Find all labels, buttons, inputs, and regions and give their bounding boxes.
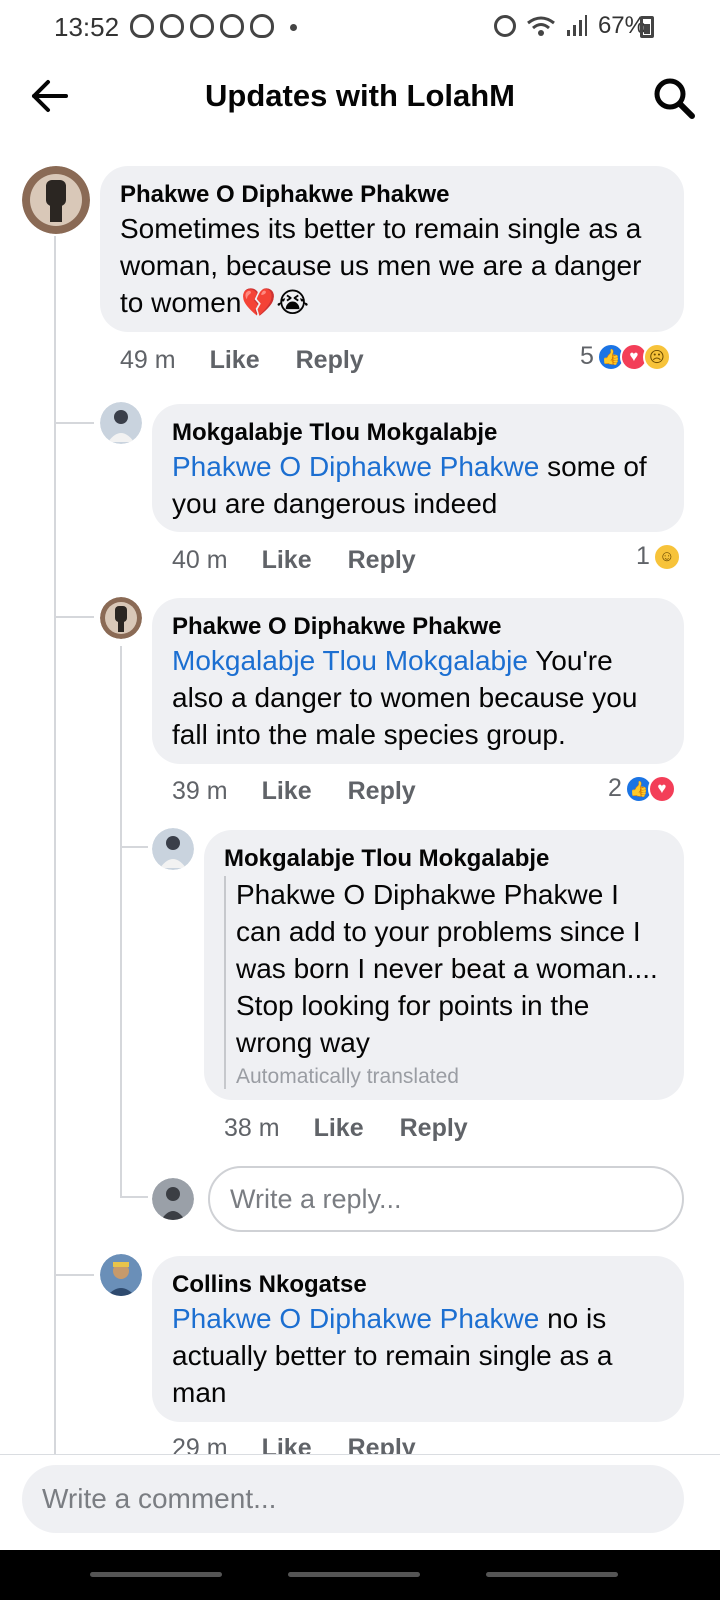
thread-connector xyxy=(122,846,148,848)
comment-input[interactable]: Write a comment... xyxy=(22,1465,684,1533)
system-nav-bar xyxy=(0,1550,720,1600)
battery-percent: 67% xyxy=(597,12,646,39)
comment-actions: 39 m Like Reply xyxy=(172,777,452,806)
reaction-count: 2 xyxy=(608,774,622,802)
comment-text: Phakwe O Diphakwe Phakwe some of you are… xyxy=(172,448,664,522)
battery-icon xyxy=(640,16,654,38)
thread-connector xyxy=(56,1274,94,1276)
comment-bubble: Collins Nkogatse Phakwe O Diphakwe Phakw… xyxy=(152,1256,684,1422)
comment-time: 49 m xyxy=(120,346,176,374)
comment-author[interactable]: Mokgalabje Tlou Mokgalabje xyxy=(224,844,664,874)
comment-time: 38 m xyxy=(224,1114,280,1142)
mention-link[interactable]: Phakwe O Diphakwe Phakwe xyxy=(172,451,539,482)
notification-icon xyxy=(250,14,274,38)
comment-actions: 38 m Like Reply xyxy=(224,1114,504,1143)
reply-button[interactable]: Reply xyxy=(296,346,364,375)
nav-handle[interactable] xyxy=(288,1572,420,1577)
comment-author[interactable]: Collins Nkogatse xyxy=(172,1270,664,1300)
comment-author[interactable]: Mokgalabje Tlou Mokgalabje xyxy=(172,418,664,448)
notification-icon xyxy=(190,14,214,38)
nav-handle[interactable] xyxy=(486,1572,618,1577)
sad-face-icon: ☹ xyxy=(642,342,671,371)
like-button[interactable]: Like xyxy=(210,346,260,375)
reaction-count: 1 xyxy=(636,542,650,570)
status-bar: 13:52 67% xyxy=(0,0,720,56)
laughing-face-icon: ☺ xyxy=(652,542,681,571)
heart-icon: ♥ xyxy=(647,774,676,803)
reaction-summary[interactable]: 1 ☺ xyxy=(636,542,681,571)
comment-time: 39 m xyxy=(172,777,228,805)
app-header: Updates with LolahM xyxy=(0,56,720,144)
comment-composer: Write a comment... xyxy=(0,1454,720,1550)
comment-bubble: Mokgalabje Tlou Mokgalabje Phakwe O Diph… xyxy=(204,830,684,1100)
mention-link[interactable]: Phakwe O Diphakwe Phakwe xyxy=(172,1303,539,1334)
comment-author[interactable]: Phakwe O Diphakwe Phakwe xyxy=(120,180,664,210)
status-time: 13:52 xyxy=(54,12,120,42)
notification-icon xyxy=(160,14,184,38)
wifi-icon xyxy=(527,16,555,36)
comment-text: Phakwe O Diphakwe Phakwe no is actually … xyxy=(172,1300,664,1411)
reaction-summary[interactable]: 2 👍 ♥ xyxy=(608,774,676,803)
signal-icon xyxy=(566,15,587,36)
comment-author[interactable]: Phakwe O Diphakwe Phakwe xyxy=(172,612,664,642)
reply-button[interactable]: Reply xyxy=(400,1114,468,1143)
comment-bubble: Mokgalabje Tlou Mokgalabje Phakwe O Diph… xyxy=(152,404,684,532)
translated-block: Phakwe O Diphakwe Phakwe I can add to yo… xyxy=(224,876,664,1089)
notification-icon xyxy=(130,14,154,38)
mention-link[interactable]: Mokgalabje Tlou Mokgalabje xyxy=(172,645,528,676)
reply-button[interactable]: Reply xyxy=(348,546,416,575)
like-button[interactable]: Like xyxy=(262,777,312,806)
comment-bubble: Phakwe O Diphakwe Phakwe Sometimes its b… xyxy=(100,166,684,332)
avatar[interactable] xyxy=(152,828,194,870)
reply-button[interactable]: Reply xyxy=(348,777,416,806)
comment-actions: 40 m Like Reply xyxy=(172,546,452,575)
thread-connector xyxy=(122,1196,148,1198)
thread-line-main xyxy=(54,236,56,1454)
avatar[interactable] xyxy=(100,402,142,444)
page-title: Updates with LolahM xyxy=(205,78,515,113)
comment-bubble: Phakwe O Diphakwe Phakwe Mokgalabje Tlou… xyxy=(152,598,684,764)
avatar[interactable] xyxy=(100,597,142,639)
like-button[interactable]: Like xyxy=(314,1114,364,1143)
status-right: 67% xyxy=(493,12,646,40)
reply-input[interactable]: Write a reply... xyxy=(208,1166,684,1232)
thread-connector xyxy=(56,422,94,424)
translation-note[interactable]: Automatically translated xyxy=(236,1065,664,1089)
search-icon[interactable] xyxy=(650,74,698,122)
alarm-icon xyxy=(493,15,516,37)
notification-icons xyxy=(130,14,274,38)
like-button[interactable]: Like xyxy=(262,546,312,575)
thread-connector xyxy=(56,616,94,618)
nav-handle[interactable] xyxy=(90,1572,222,1577)
comment-text: Mokgalabje Tlou Mokgalabje You're also a… xyxy=(172,642,664,753)
thread-line-nested xyxy=(120,646,122,1198)
comment-actions: 49 m Like Reply xyxy=(120,346,400,375)
notification-icon xyxy=(220,14,244,38)
more-notifications-dot xyxy=(290,24,297,31)
avatar[interactable] xyxy=(22,166,90,234)
comment-time: 40 m xyxy=(172,546,228,574)
reaction-summary[interactable]: 5 👍 ♥ ☹ xyxy=(580,342,671,371)
avatar[interactable] xyxy=(100,1254,142,1296)
reaction-count: 5 xyxy=(580,342,594,370)
current-user-avatar xyxy=(152,1178,194,1220)
comment-text: Phakwe O Diphakwe Phakwe I can add to yo… xyxy=(236,879,658,1058)
comment-text: Sometimes its better to remain single as… xyxy=(120,213,642,318)
